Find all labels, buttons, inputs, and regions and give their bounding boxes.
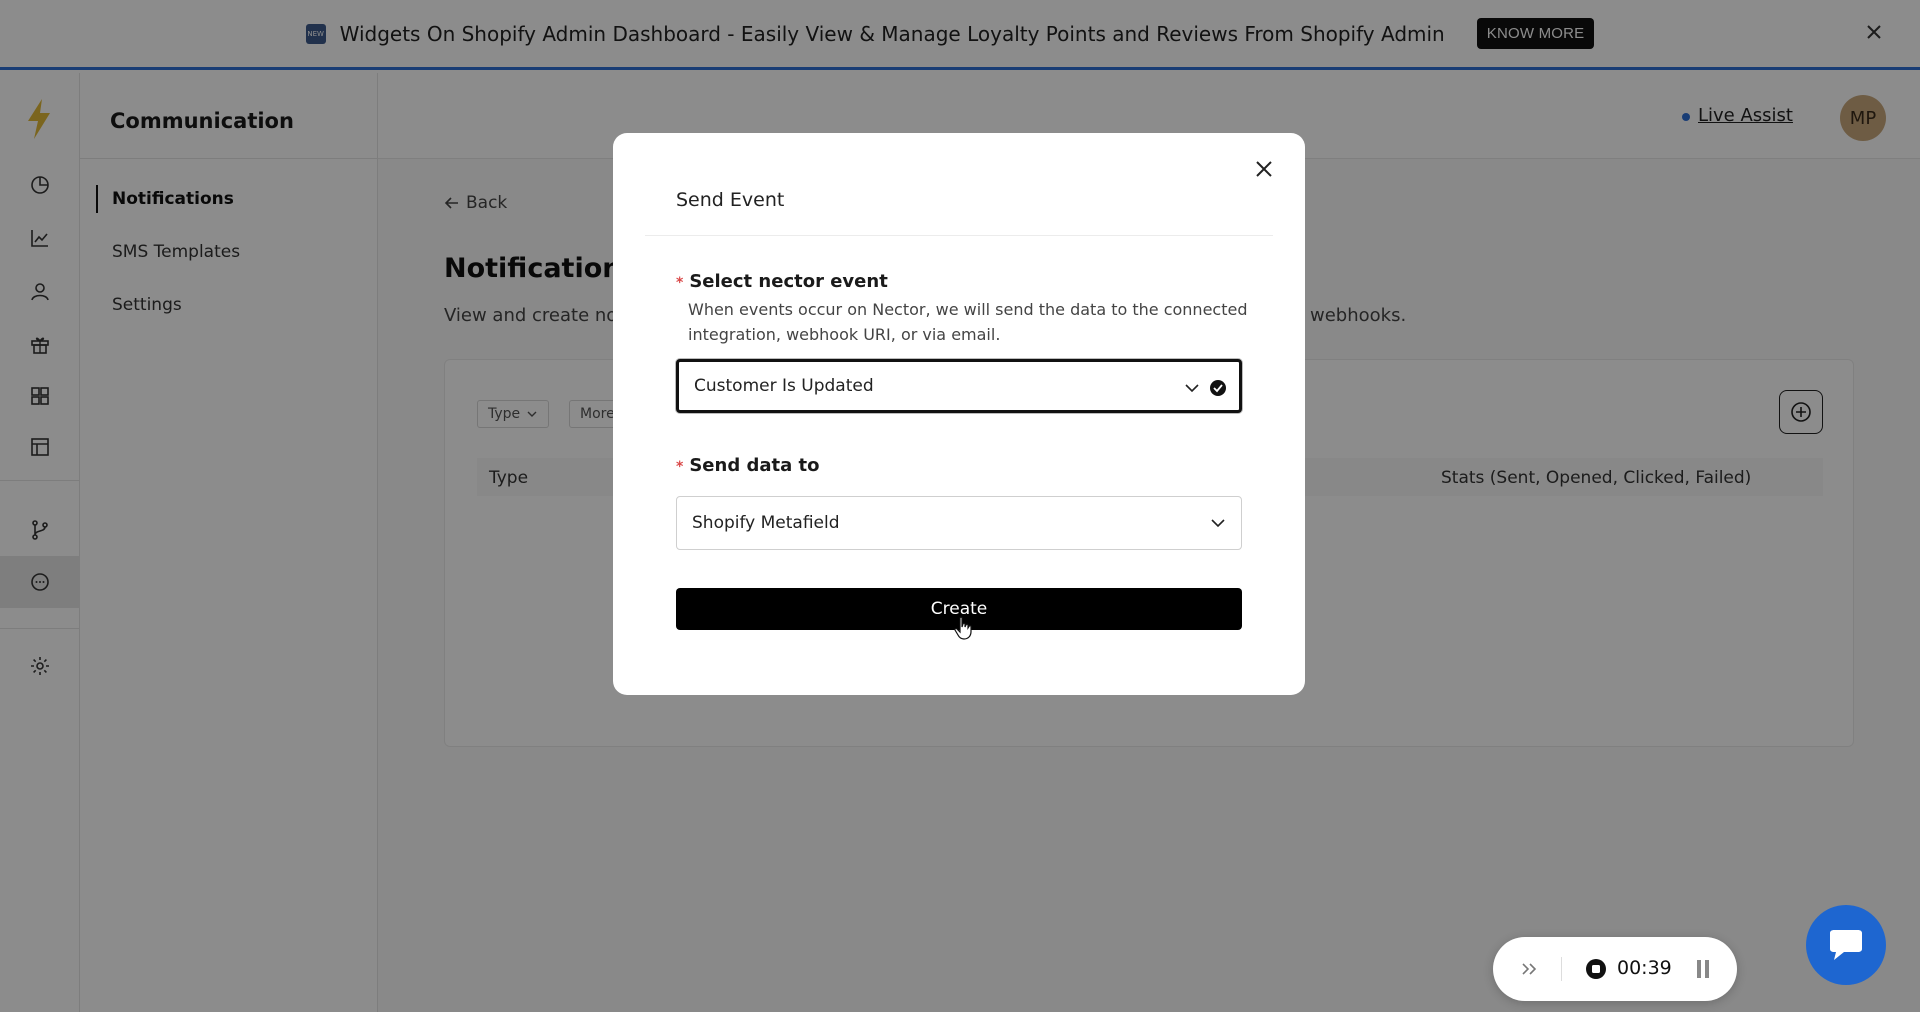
- stop-record-icon[interactable]: [1585, 958, 1607, 980]
- event-label-text: Select nector event: [689, 271, 888, 292]
- screen-recorder-widget: 00:39: [1493, 937, 1737, 1001]
- event-help-text: When events occur on Nector, we will sen…: [688, 300, 1248, 344]
- event-select-value: Customer Is Updated: [694, 376, 874, 396]
- event-select[interactable]: Customer Is Updated: [676, 359, 1242, 413]
- chevron-down-icon: [1185, 384, 1199, 393]
- chat-support-button[interactable]: [1806, 905, 1886, 985]
- send-event-modal: Send Event * Select nector event When eve…: [613, 133, 1305, 695]
- required-marker: *: [676, 459, 684, 475]
- hand-cursor-icon: [954, 616, 972, 640]
- modal-divider: [645, 235, 1273, 236]
- double-chevron-right-icon[interactable]: [1519, 959, 1539, 979]
- send-field-label: * Send data to: [676, 455, 820, 476]
- event-field-label: * Select nector event: [676, 271, 888, 292]
- chevron-down-icon: [1211, 519, 1225, 528]
- required-marker: *: [676, 275, 684, 291]
- recording-timer: 00:39: [1617, 957, 1672, 979]
- check-circle-icon: [1210, 380, 1226, 396]
- chat-icon: [1830, 930, 1862, 960]
- recorder-divider: [1561, 957, 1562, 981]
- send-label-text: Send data to: [689, 455, 820, 476]
- modal-title: Send Event: [676, 189, 785, 211]
- close-icon: [1256, 160, 1272, 177]
- destination-select[interactable]: Shopify Metafield: [676, 496, 1242, 550]
- destination-select-value: Shopify Metafield: [692, 513, 840, 533]
- modal-close-button[interactable]: [1251, 157, 1277, 183]
- pause-icon[interactable]: [1696, 958, 1710, 980]
